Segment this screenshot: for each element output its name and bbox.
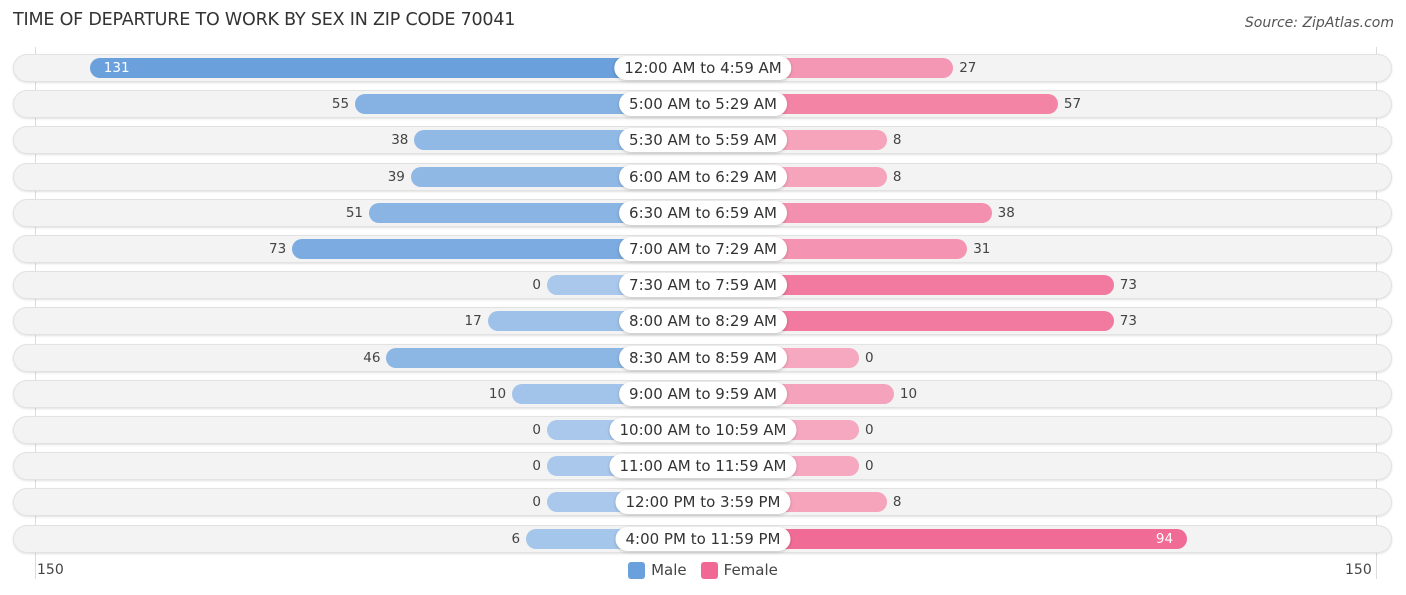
category-label: 11:00 AM to 11:59 AM <box>609 454 797 479</box>
male-value-label: 51 <box>345 204 364 221</box>
male-value-label: 0 <box>532 494 541 511</box>
female-swatch <box>700 561 718 579</box>
male-value-label: 10 <box>488 385 507 402</box>
male-value-label: 6 <box>511 530 521 547</box>
female-value-label: 94 <box>1155 530 1174 547</box>
category-label: 6:00 AM to 6:29 AM <box>619 164 787 189</box>
category-label: 7:00 AM to 7:29 AM <box>619 237 787 261</box>
female-value-label: 38 <box>997 204 1015 221</box>
female-value-label: 0 <box>865 349 874 366</box>
female-value-label: 8 <box>892 494 902 511</box>
female-value-label: 73 <box>1119 313 1137 330</box>
category-label: 5:00 AM to 5:29 AM <box>619 92 787 117</box>
category-label: 12:00 AM to 4:59 AM <box>614 56 792 80</box>
male-value-label: 17 <box>464 313 482 330</box>
male-value-label: 0 <box>532 277 541 294</box>
category-label: 6:30 AM to 6:59 AM <box>619 200 787 225</box>
category-label: 4:00 PM to 11:59 PM <box>615 526 791 551</box>
male-value-label: 55 <box>331 96 350 113</box>
male-swatch <box>628 561 646 579</box>
chart-area: 131 27 12:00 AM to 4:59 AM 55 57 5:00 AM to 5… <box>0 0 1406 595</box>
legend-item-female[interactable]: Female <box>700 561 778 579</box>
category-label: 8:30 AM to 8:59 AM <box>619 345 787 370</box>
female-value-label: 27 <box>959 60 977 76</box>
female-value-label: 8 <box>892 168 902 185</box>
male-value-label: 73 <box>269 241 287 257</box>
legend-label-female: Female <box>723 561 778 579</box>
male-value-label: 38 <box>391 132 409 149</box>
category-label: 12:00 PM to 3:59 PM <box>615 490 791 515</box>
male-bar[interactable] <box>89 58 703 78</box>
category-label: 10:00 AM to 10:59 AM <box>609 418 797 442</box>
female-value-label: 57 <box>1063 96 1082 113</box>
category-label: 5:30 AM to 5:59 AM <box>619 128 787 153</box>
legend-label-male: Male <box>651 561 687 579</box>
category-label: 8:00 AM to 8:29 AM <box>619 309 787 334</box>
female-value-label: 10 <box>899 385 918 402</box>
male-value-label: 131 <box>103 60 130 76</box>
female-value-label: 0 <box>865 422 874 438</box>
male-value-label: 46 <box>363 349 381 366</box>
legend-item-male[interactable]: Male <box>628 561 687 579</box>
category-label: 7:30 AM to 7:59 AM <box>619 273 787 298</box>
male-value-label: 0 <box>532 458 541 475</box>
male-value-label: 39 <box>387 168 405 185</box>
female-value-label: 73 <box>1119 277 1137 294</box>
female-value-label: 31 <box>973 241 991 257</box>
female-value-label: 8 <box>892 132 902 149</box>
female-value-label: 0 <box>865 458 874 475</box>
male-value-label: 0 <box>532 422 541 438</box>
category-label: 9:00 AM to 9:59 AM <box>619 381 787 406</box>
legend: Male Female <box>0 561 1406 579</box>
